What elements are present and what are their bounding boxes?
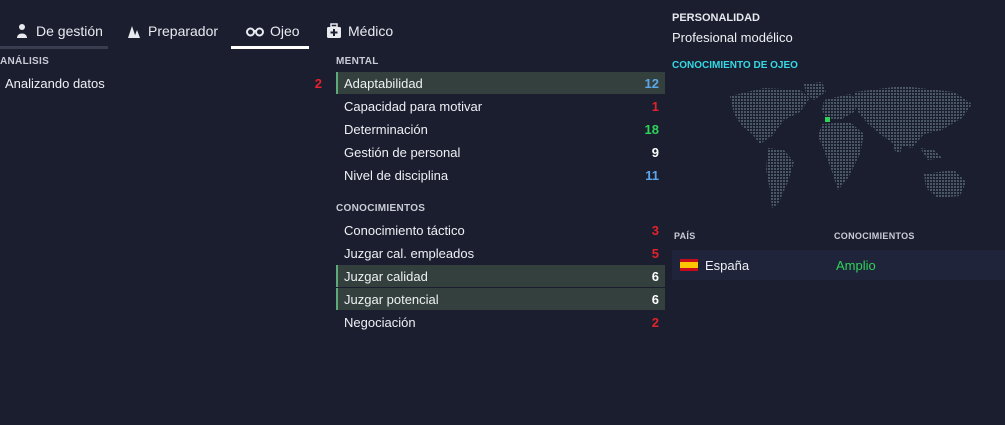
attribute-row-capacidad-motivar[interactable]: Capacidad para motivar 1 <box>336 95 665 117</box>
attribute-row-nivel-disciplina[interactable]: Nivel de disciplina 11 <box>336 164 665 186</box>
scouting-knowledge-header: CONOCIMIENTO DE OJEO <box>672 60 798 71</box>
attribute-value: 6 <box>651 291 659 307</box>
personality-value: Profesional modélico <box>672 30 793 45</box>
attribute-label: Negociación <box>344 314 416 330</box>
tab-label: Médico <box>348 23 394 39</box>
attribute-label: Nivel de disciplina <box>344 167 449 183</box>
attribute-label: Juzgar calidad <box>344 268 428 284</box>
attribute-value: 9 <box>651 144 659 160</box>
knowledge-column-header: CONOCIMIENTOS <box>834 231 915 241</box>
mental-header: MENTAL <box>336 56 379 67</box>
tab-label: Preparador <box>148 23 219 39</box>
attribute-value: 2 <box>314 75 322 91</box>
attribute-row-gestion-personal[interactable]: Gestión de personal 9 <box>336 141 665 163</box>
attribute-value: 6 <box>651 268 659 284</box>
attribute-label: Determinación <box>344 121 428 137</box>
tab-label: Ojeo <box>270 23 300 39</box>
cones-icon <box>128 26 140 38</box>
tab-bar: De gestión Preparador Ojeo Médico <box>0 0 640 50</box>
analysis-header: ANÁLISIS <box>0 56 50 67</box>
tab-label: De gestión <box>36 23 103 39</box>
attribute-value: 3 <box>651 222 659 238</box>
attribute-label: Adaptabilidad <box>344 75 423 91</box>
tab-preparador[interactable]: Preparador <box>126 18 218 44</box>
tab-underline-active <box>231 46 309 49</box>
attribute-row-adaptabilidad[interactable]: Adaptabilidad 12 <box>336 72 665 94</box>
person-icon <box>17 24 27 38</box>
attribute-value: 18 <box>644 121 659 137</box>
knowledge-level: Amplio <box>836 257 876 273</box>
attribute-row-determinacion[interactable]: Determinación 18 <box>336 118 665 140</box>
medical-kit-icon <box>327 23 341 38</box>
world-map <box>730 82 972 208</box>
attribute-row-juzgar-calidad[interactable]: Juzgar calidad 6 <box>336 265 665 287</box>
analysis-row[interactable]: Analizando datos 2 <box>0 72 328 94</box>
attribute-row-juzgar-potencial[interactable]: Juzgar potencial 6 <box>336 288 665 310</box>
attribute-label: Juzgar cal. empleados <box>344 245 475 261</box>
attribute-label: Capacidad para motivar <box>344 98 483 114</box>
attribute-row-negociacion[interactable]: Negociación 2 <box>336 311 665 333</box>
attribute-value: 2 <box>651 314 659 330</box>
attribute-value: 11 <box>645 167 659 183</box>
binoculars-icon <box>246 27 264 37</box>
spain-flag-icon <box>680 259 698 271</box>
knowledge-header: CONOCIMIENTOS <box>336 203 426 214</box>
personality-header: PERSONALIDAD <box>672 12 761 24</box>
tab-ojeo[interactable]: Ojeo <box>246 18 300 44</box>
attribute-label: Analizando datos <box>5 75 105 91</box>
attribute-value: 1 <box>651 98 659 114</box>
attribute-label: Gestión de personal <box>344 144 461 160</box>
attribute-row-conocimiento-tactico[interactable]: Conocimiento táctico 3 <box>336 219 665 241</box>
attribute-row-juzgar-cal-empleados[interactable]: Juzgar cal. empleados 5 <box>336 242 665 264</box>
attribute-value: 12 <box>644 75 659 91</box>
attribute-label: Conocimiento táctico <box>344 222 465 238</box>
scouting-knowledge-row[interactable]: España Amplio <box>672 250 1005 280</box>
country-name: España <box>705 257 750 273</box>
attribute-value: 5 <box>651 245 659 261</box>
tab-medico[interactable]: Médico <box>326 18 393 44</box>
spain-map-marker <box>825 117 830 122</box>
attribute-label: Juzgar potencial <box>344 291 439 307</box>
country-column-header: PAÍS <box>674 231 696 241</box>
tab-de-gestion[interactable]: De gestión <box>14 18 103 44</box>
tab-underline <box>0 46 108 49</box>
